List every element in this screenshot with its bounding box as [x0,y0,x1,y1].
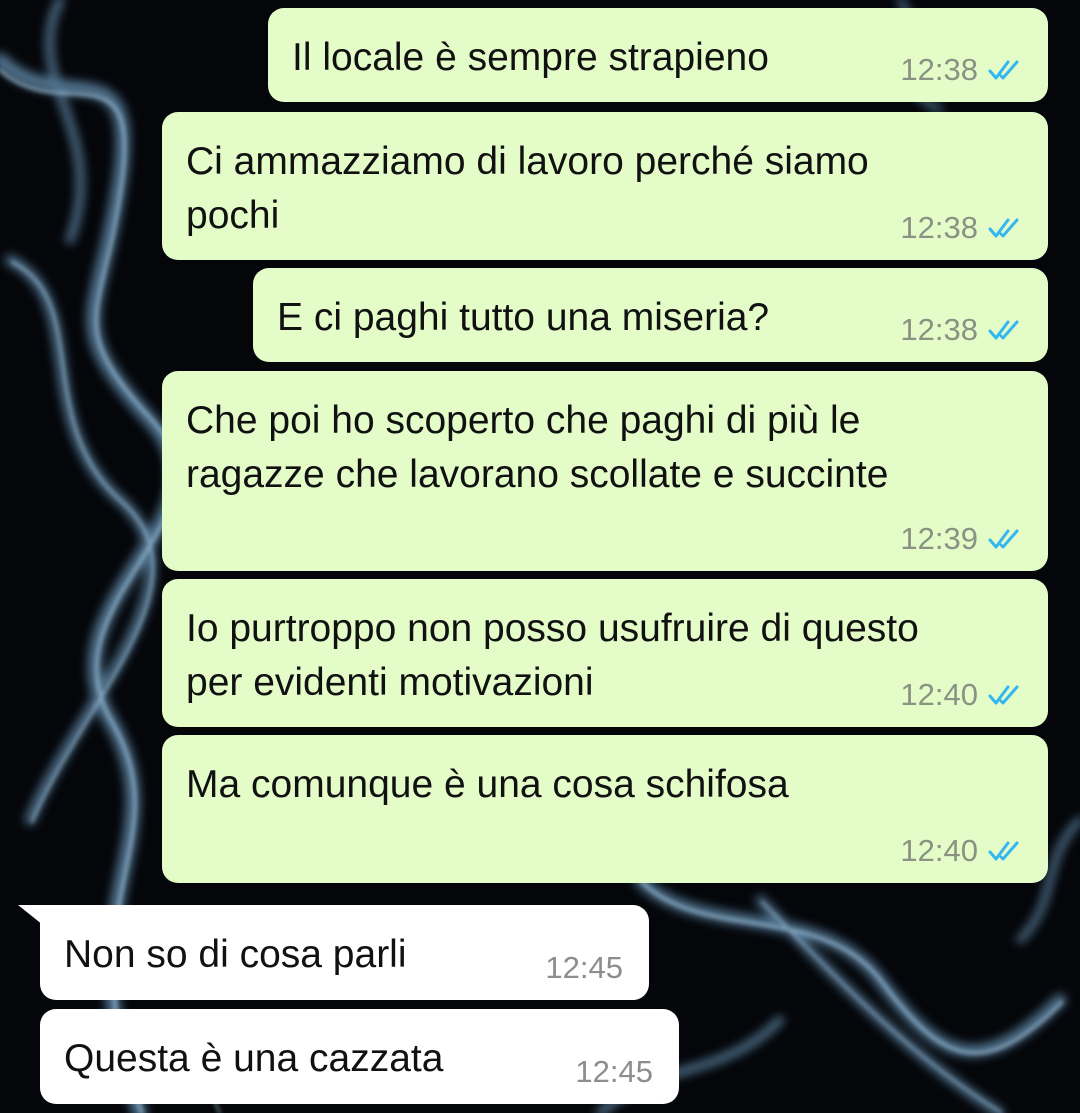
message-meta: 12:38 [900,52,1020,88]
message-line: Ci ammazziamo di lavoro perché siamo [186,140,869,183]
message-text: Ci ammazziamo di lavoro perché siamo poc… [186,135,869,243]
double-check-icon [988,60,1019,80]
message-bubble-outgoing[interactable]: Che poi ho scoperto che paghi di più le … [162,371,1048,571]
double-check-icon [988,529,1019,549]
message-meta: 12:40 [900,677,1020,713]
message-line: Che poi ho scoperto che paghi di più le [186,399,861,442]
message-meta: 12:38 [900,312,1020,348]
message-line: Io purtroppo non posso usufruire di ques… [186,607,919,650]
message-time: 12:40 [900,677,978,712]
message-text: Ma comunque è una cosa schifosa [186,758,789,812]
message-text: Il locale è sempre strapieno [292,31,769,85]
message-line: per evidenti motivazioni [186,661,594,704]
message-line: E ci paghi tutto una miseria? [277,296,770,339]
double-check-icon [988,320,1019,340]
message-line: pochi [186,194,280,237]
message-bubble-incoming[interactable]: Questa è una cazzata 12:45 [40,1009,679,1104]
message-meta: 12:40 [900,833,1020,869]
message-time: 12:38 [900,312,978,347]
double-check-icon [988,218,1019,238]
message-bubble-outgoing[interactable]: Io purtroppo non posso usufruire di ques… [162,579,1048,727]
message-time: 12:39 [900,521,978,556]
message-bubble-outgoing[interactable]: Ma comunque è una cosa schifosa 12:40 [162,735,1048,883]
message-line: Il locale è sempre strapieno [292,36,769,79]
message-time: 12:38 [900,210,978,245]
message-text: Non so di cosa parli [64,928,407,982]
double-check-icon [988,841,1019,861]
message-meta: 12:38 [900,210,1020,246]
message-text: Che poi ho scoperto che paghi di più le … [186,394,888,502]
message-time: 12:40 [900,833,978,868]
message-line: Questa è una cazzata [64,1037,444,1080]
message-text: Io purtroppo non posso usufruire di ques… [186,602,919,710]
message-bubble-outgoing[interactable]: Ci ammazziamo di lavoro perché siamo poc… [162,112,1048,260]
message-time: 12:45 [575,1054,653,1089]
message-meta: 12:39 [900,521,1020,557]
message-time: 12:38 [900,52,978,87]
message-text: Questa è una cazzata [64,1032,443,1086]
message-line: Ma comunque è una cosa schifosa [186,763,789,806]
message-bubble-outgoing[interactable]: E ci paghi tutto una miseria? 12:38 [253,268,1048,362]
message-line: Non so di cosa parli [64,933,407,976]
message-bubble-incoming[interactable]: Non so di cosa parli 12:45 [40,905,649,1000]
message-text: E ci paghi tutto una miseria? [277,291,769,345]
message-bubble-outgoing[interactable]: Il locale è sempre strapieno 12:38 [268,8,1048,102]
message-meta: 12:45 [545,950,623,986]
double-check-icon [988,685,1019,705]
message-time: 12:45 [545,950,623,985]
message-line: ragazze che lavorano scollate e succinte [186,453,889,496]
message-meta: 12:45 [575,1054,653,1090]
